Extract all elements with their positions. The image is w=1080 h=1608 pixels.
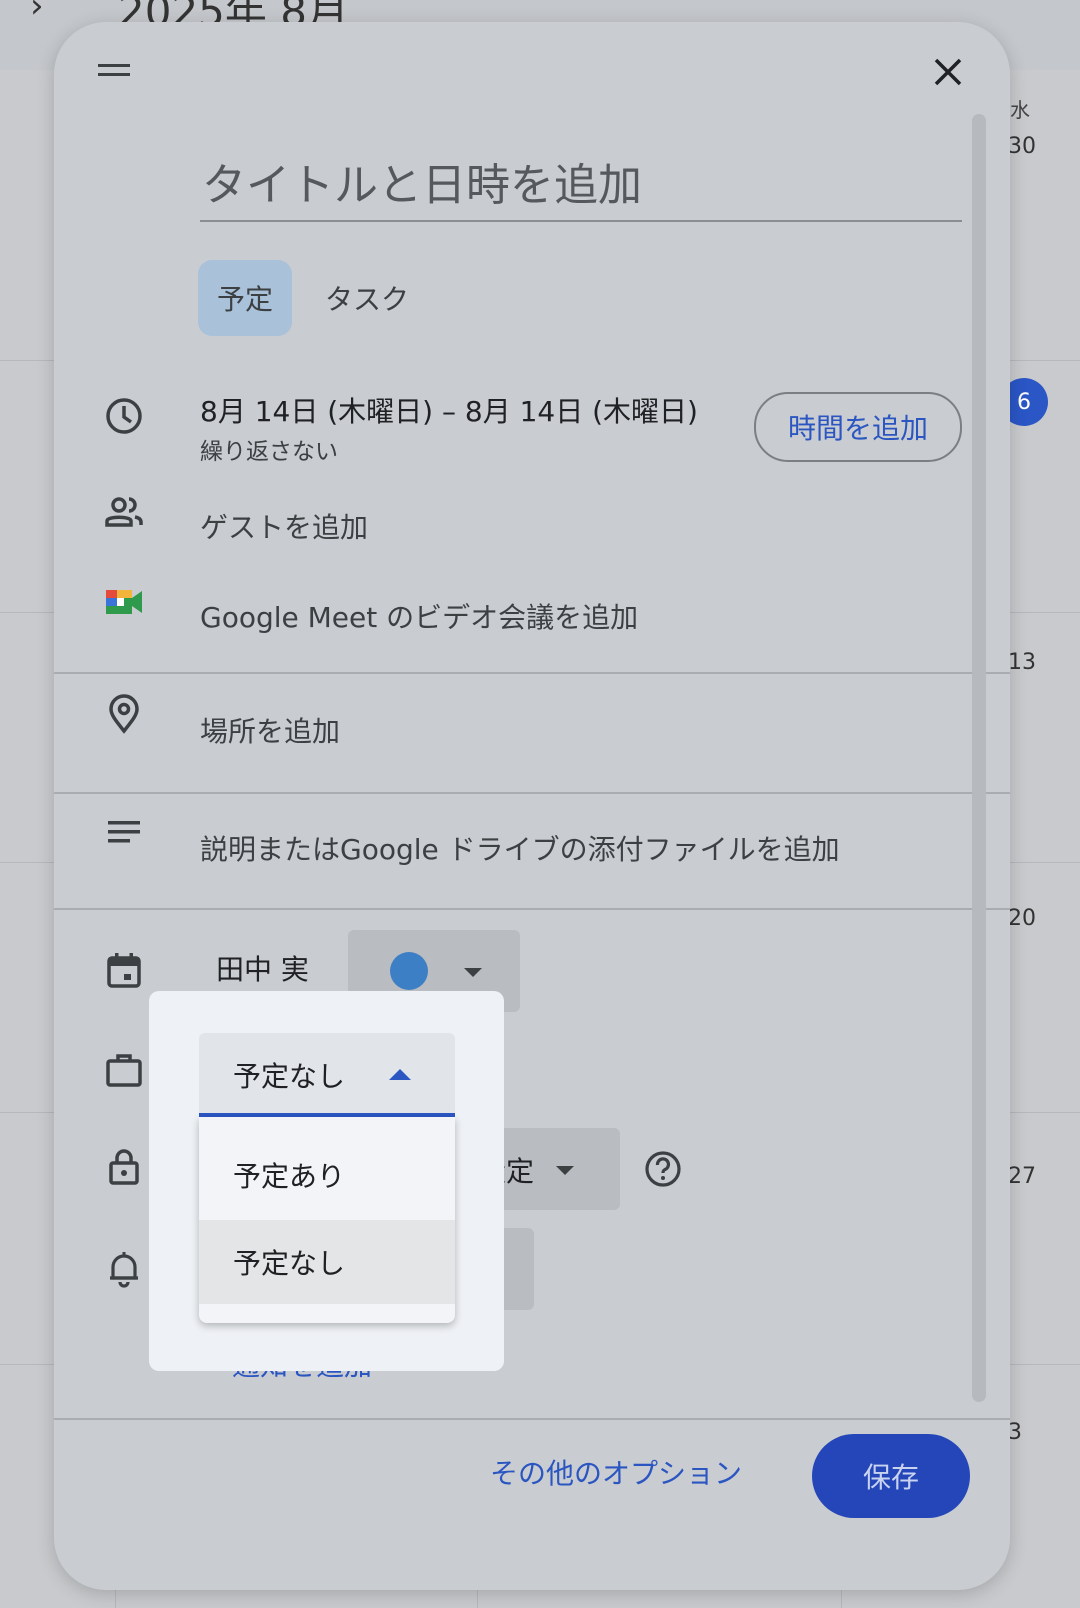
title-input[interactable] bbox=[200, 150, 962, 222]
next-month-icon[interactable]: › bbox=[30, 0, 44, 26]
menu-item-free[interactable]: 予定なし bbox=[199, 1220, 455, 1304]
date-range[interactable]: 8月 14日 (木曜日) – 8月 14日 (木曜日) bbox=[200, 390, 698, 430]
calendar-owner[interactable]: 田中 実 bbox=[216, 948, 309, 988]
day-number[interactable]: 20 bbox=[1008, 906, 1036, 931]
calendar-color-swatch bbox=[390, 952, 428, 990]
more-options-button[interactable]: その他のオプション bbox=[490, 1452, 742, 1492]
close-icon[interactable] bbox=[930, 54, 966, 90]
availability-menu: 予定あり 予定なし bbox=[199, 1117, 455, 1323]
add-description-field[interactable]: 説明またはGoogle ドライブの添付ファイルを追加 bbox=[200, 828, 840, 868]
clock-icon bbox=[106, 398, 142, 434]
drag-handle-icon[interactable] bbox=[98, 62, 130, 80]
divider bbox=[54, 792, 1010, 794]
people-icon bbox=[105, 497, 143, 527]
availability-select[interactable]: 予定なし bbox=[199, 1033, 455, 1117]
description-icon bbox=[108, 821, 140, 843]
repeat-setting[interactable]: 繰り返さない bbox=[200, 432, 338, 466]
tab-event[interactable]: 予定 bbox=[198, 260, 292, 336]
add-time-button[interactable]: 時間を追加 bbox=[754, 392, 962, 462]
briefcase-icon bbox=[106, 1054, 142, 1087]
divider bbox=[54, 1418, 1010, 1420]
day-number[interactable]: 13 bbox=[1008, 650, 1036, 675]
scrollbar[interactable] bbox=[972, 114, 986, 1402]
day-number[interactable]: 27 bbox=[1008, 1164, 1036, 1189]
availability-value: 予定なし bbox=[233, 1060, 346, 1093]
add-location-field[interactable]: 場所を追加 bbox=[200, 710, 340, 750]
chevron-up-icon bbox=[389, 1069, 411, 1080]
chevron-down-icon bbox=[464, 968, 482, 977]
calendar-icon bbox=[107, 953, 141, 988]
help-icon[interactable] bbox=[644, 1150, 682, 1188]
tab-task[interactable]: タスク bbox=[312, 260, 422, 336]
chevron-down-icon bbox=[556, 1166, 574, 1175]
day-number[interactable]: 30 bbox=[1008, 134, 1036, 159]
google-meet-icon bbox=[106, 590, 142, 614]
add-guests-field[interactable]: ゲストを追加 bbox=[200, 506, 368, 546]
bell-icon bbox=[110, 1252, 138, 1288]
save-button[interactable]: 保存 bbox=[812, 1434, 970, 1518]
day-number[interactable]: 3 bbox=[1008, 1420, 1022, 1445]
lock-icon bbox=[109, 1149, 139, 1185]
weekday-label: 水 bbox=[1010, 98, 1030, 122]
divider bbox=[54, 672, 1010, 674]
add-meet-button[interactable]: Google Meet のビデオ会議を追加 bbox=[200, 596, 638, 636]
divider bbox=[54, 908, 1010, 910]
menu-item-busy[interactable]: 予定あり bbox=[199, 1133, 455, 1217]
location-pin-icon bbox=[109, 694, 139, 734]
